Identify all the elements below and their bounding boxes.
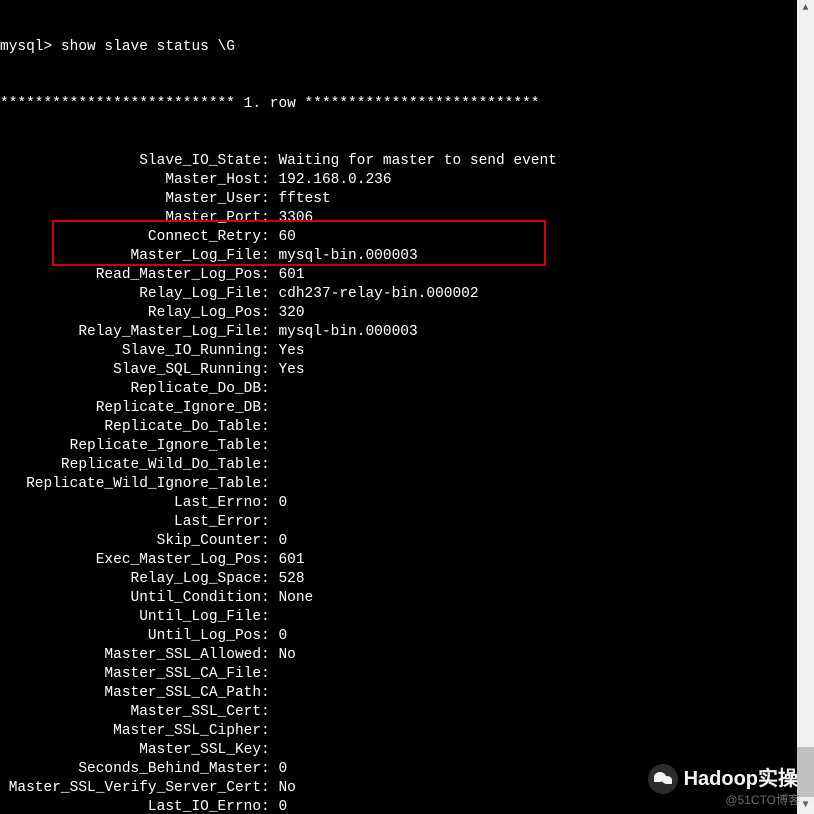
status-row: Replicate_Ignore_Table: <box>0 437 797 456</box>
status-row: Master_Host: 192.168.0.236 <box>0 171 797 190</box>
command-text: show slave status \G <box>61 39 235 55</box>
status-row: Slave_SQL_Running: Yes <box>0 361 797 380</box>
status-row: Master_SSL_Cert: <box>0 703 797 722</box>
status-row: Replicate_Wild_Ignore_Table: <box>0 475 797 494</box>
status-row: Master_Log_File: mysql-bin.000003 <box>0 247 797 266</box>
wechat-icon <box>648 764 678 794</box>
status-row: Relay_Log_File: cdh237-relay-bin.000002 <box>0 285 797 304</box>
prompt-line[interactable]: mysql> show slave status \G <box>0 38 797 57</box>
status-row: Slave_IO_State: Waiting for master to se… <box>0 152 797 171</box>
status-row: Replicate_Ignore_DB: <box>0 399 797 418</box>
status-fields: Slave_IO_State: Waiting for master to se… <box>0 152 797 814</box>
status-row: Master_SSL_CA_Path: <box>0 684 797 703</box>
status-row: Read_Master_Log_Pos: 601 <box>0 266 797 285</box>
status-row: Until_Log_File: <box>0 608 797 627</box>
status-row: Last_Errno: 0 <box>0 494 797 513</box>
status-row: Master_User: fftest <box>0 190 797 209</box>
status-row: Connect_Retry: 60 <box>0 228 797 247</box>
watermark-subtext: @51CTO博客 <box>725 791 800 810</box>
mysql-prompt: mysql> <box>0 39 61 55</box>
scrollbar-up-button[interactable]: ▲ <box>797 0 814 17</box>
status-row: Master_SSL_Cipher: <box>0 722 797 741</box>
row-header: *************************** 1. row *****… <box>0 95 797 114</box>
watermark: Hadoop实操 <box>648 764 798 794</box>
status-row: Replicate_Do_DB: <box>0 380 797 399</box>
status-row: Last_IO_Errno: 0 <box>0 798 797 814</box>
status-row: Replicate_Wild_Do_Table: <box>0 456 797 475</box>
status-row: Master_SSL_CA_File: <box>0 665 797 684</box>
status-row: Relay_Master_Log_File: mysql-bin.000003 <box>0 323 797 342</box>
status-row: Until_Condition: None <box>0 589 797 608</box>
status-row: Relay_Log_Pos: 320 <box>0 304 797 323</box>
status-row: Slave_IO_Running: Yes <box>0 342 797 361</box>
status-row: Until_Log_Pos: 0 <box>0 627 797 646</box>
status-row: Last_Error: <box>0 513 797 532</box>
terminal-output: mysql> show slave status \G ************… <box>0 0 797 814</box>
watermark-text: Hadoop实操 <box>684 770 798 789</box>
status-row: Relay_Log_Space: 528 <box>0 570 797 589</box>
scrollbar-thumb[interactable] <box>797 747 814 797</box>
status-row: Exec_Master_Log_Pos: 601 <box>0 551 797 570</box>
status-row: Master_SSL_Key: <box>0 741 797 760</box>
status-row: Master_Port: 3306 <box>0 209 797 228</box>
scrollbar-track[interactable]: ▲ ▼ <box>797 0 814 814</box>
status-row: Replicate_Do_Table: <box>0 418 797 437</box>
status-row: Master_SSL_Allowed: No <box>0 646 797 665</box>
status-row: Skip_Counter: 0 <box>0 532 797 551</box>
